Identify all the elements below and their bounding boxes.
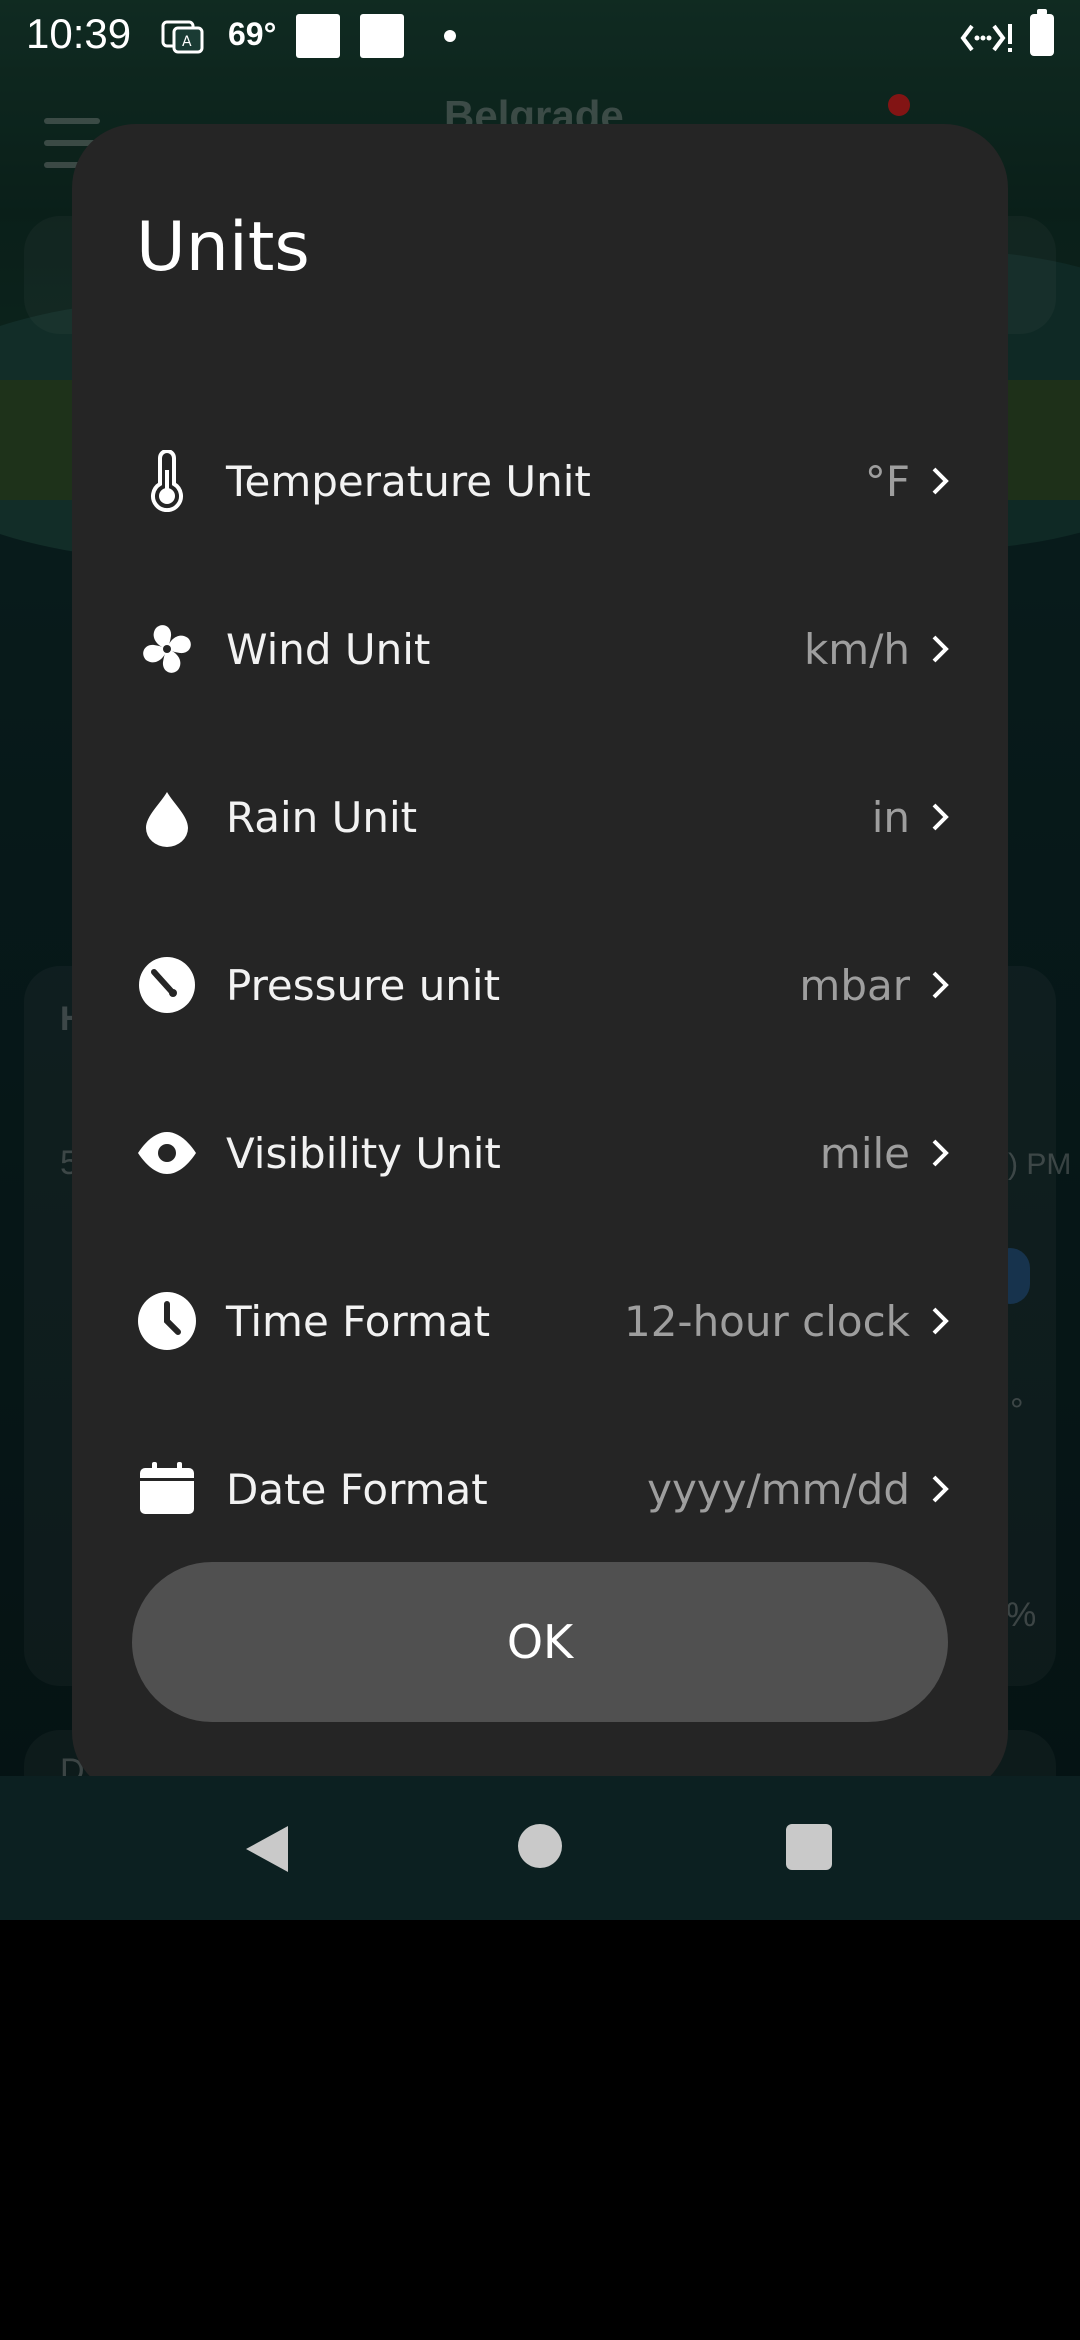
chevron-right-icon — [932, 1307, 949, 1335]
chevron-right-icon — [932, 1475, 949, 1503]
row-label: Wind Unit — [226, 624, 431, 674]
row-value: 12-hour clock — [623, 1296, 910, 1346]
back-icon[interactable] — [244, 1824, 292, 1874]
chevron-right-icon — [932, 803, 949, 831]
row-value: °F — [864, 456, 910, 506]
row-value: mile — [819, 1128, 910, 1178]
status-bar: 10:39 A 69° — [0, 0, 1080, 72]
chevron-right-icon — [932, 1139, 949, 1167]
status-temperature: 69° — [228, 16, 277, 52]
chevron-right-icon — [932, 971, 949, 999]
gauge-icon — [136, 954, 198, 1016]
row-label: Rain Unit — [226, 792, 418, 842]
visibility-unit-row[interactable]: Visibility Unit mile — [136, 1088, 960, 1218]
row-label: Time Format — [226, 1296, 491, 1346]
translate-notification-icon: A — [161, 20, 204, 54]
row-label: Pressure unit — [226, 960, 501, 1010]
notification-square-icon — [360, 14, 404, 58]
units-dialog: Units Temperature Unit °F Wind Unit km/h… — [72, 124, 1008, 1796]
raindrop-icon — [136, 786, 198, 848]
time-format-row[interactable]: Time Format 12-hour clock — [136, 1256, 960, 1386]
recents-icon[interactable] — [786, 1824, 832, 1870]
more-notifications-dot-icon — [444, 30, 456, 42]
row-label: Visibility Unit — [226, 1128, 501, 1178]
status-time: 10:39 — [26, 10, 132, 57]
dialog-title: Units — [136, 208, 310, 287]
clock-icon — [136, 1290, 198, 1352]
svg-text:A: A — [182, 34, 192, 50]
pressure-unit-row[interactable]: Pressure unit mbar — [136, 920, 960, 1050]
rain-unit-row[interactable]: Rain Unit in — [136, 752, 960, 882]
temperature-unit-row[interactable]: Temperature Unit °F — [136, 416, 960, 546]
row-value: in — [871, 792, 910, 842]
thermometer-icon — [136, 450, 198, 512]
notification-square-icon — [296, 14, 340, 58]
row-value: mbar — [799, 960, 910, 1010]
chevron-right-icon — [932, 467, 949, 495]
date-format-row[interactable]: Date Format yyyy/mm/dd — [136, 1424, 960, 1554]
battery-icon — [1030, 9, 1054, 56]
eye-icon — [136, 1122, 198, 1184]
ok-button[interactable]: OK — [132, 1562, 948, 1722]
chevron-right-icon — [932, 635, 949, 663]
data-saver-icon — [960, 24, 1012, 52]
row-label: Temperature Unit — [226, 456, 591, 506]
navigation-bar — [0, 1776, 1080, 1920]
row-label: Date Format — [226, 1464, 488, 1514]
fan-icon — [136, 618, 198, 680]
row-value: yyyy/mm/dd — [647, 1464, 910, 1514]
row-value: km/h — [803, 624, 910, 674]
home-icon[interactable] — [518, 1824, 562, 1868]
app-screen: Belgrade H 5 ) PM ° % D 10:39 A 69° Unit… — [0, 0, 1080, 1920]
wind-unit-row[interactable]: Wind Unit km/h — [136, 584, 960, 714]
calendar-icon — [136, 1458, 198, 1520]
